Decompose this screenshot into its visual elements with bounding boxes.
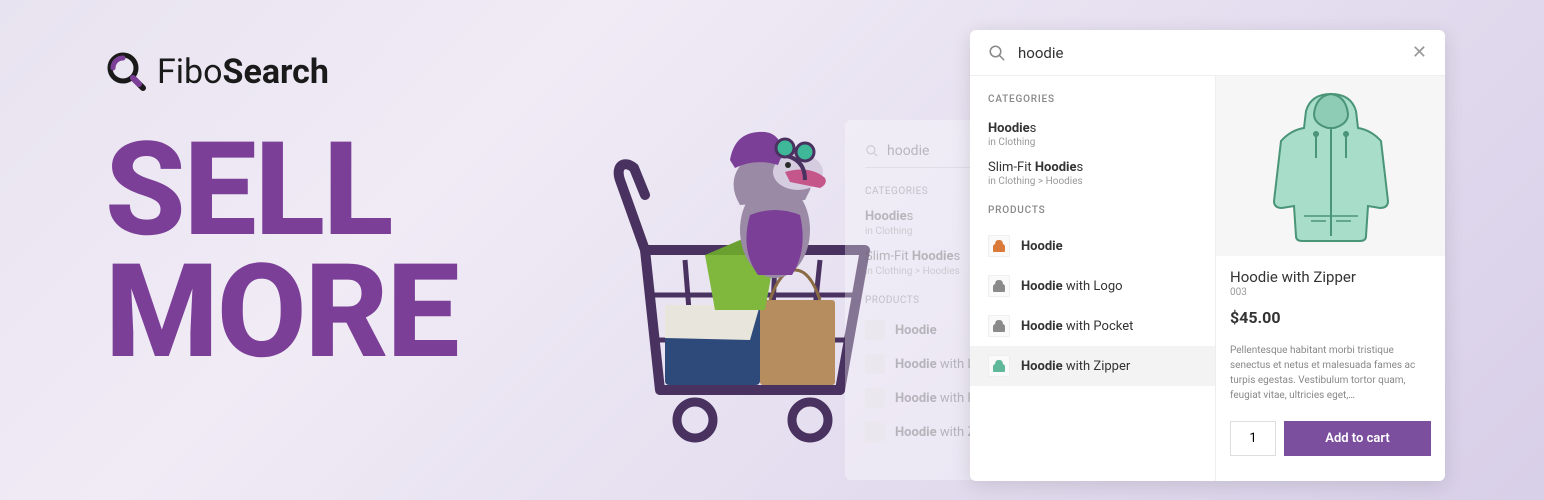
product-description: Pellentesque habitant morbi tristique se… xyxy=(1230,343,1431,403)
clear-icon[interactable]: ✕ xyxy=(1412,42,1427,63)
product-item[interactable]: Hoodie with Zipper xyxy=(970,346,1215,386)
search-results-panel: ✕ CATEGORIES Hoodiesin ClothingSlim-Fit … xyxy=(970,30,1445,481)
search-bar: ✕ xyxy=(970,30,1445,76)
search-icon xyxy=(865,144,879,158)
product-preview: Hoodie with Zipper 003 $45.00 Pellentesq… xyxy=(1215,76,1445,481)
product-item[interactable]: Hoodie xyxy=(970,226,1215,266)
add-to-cart-button[interactable]: Add to cart xyxy=(1284,421,1431,456)
product-price: $45.00 xyxy=(1230,308,1431,327)
product-sku: 003 xyxy=(1230,287,1431,298)
brand-logo: FiboSearch xyxy=(105,50,458,94)
search-input[interactable] xyxy=(1018,44,1400,62)
category-item[interactable]: Hoodiesin Clothing xyxy=(970,115,1215,154)
hero-headline: SELL MORE xyxy=(105,129,458,373)
brand-name: FiboSearch xyxy=(157,52,329,92)
categories-heading: CATEGORIES xyxy=(970,90,1215,115)
product-thumb-icon xyxy=(988,355,1010,377)
search-icon xyxy=(988,44,1006,62)
product-item[interactable]: Hoodie with Logo xyxy=(970,266,1215,306)
magnifier-icon xyxy=(105,50,149,94)
product-thumb-icon xyxy=(988,315,1010,337)
product-image xyxy=(1216,76,1445,256)
products-heading: PRODUCTS xyxy=(970,201,1215,226)
results-list: CATEGORIES Hoodiesin ClothingSlim-Fit Ho… xyxy=(970,76,1215,481)
product-item[interactable]: Hoodie with Pocket xyxy=(970,306,1215,346)
product-thumb-icon xyxy=(988,275,1010,297)
quantity-input[interactable] xyxy=(1230,421,1276,456)
product-thumb-icon xyxy=(988,235,1010,257)
category-item[interactable]: Slim-Fit Hoodiesin Clothing > Hoodies xyxy=(970,154,1215,193)
product-title: Hoodie with Zipper xyxy=(1230,268,1431,286)
